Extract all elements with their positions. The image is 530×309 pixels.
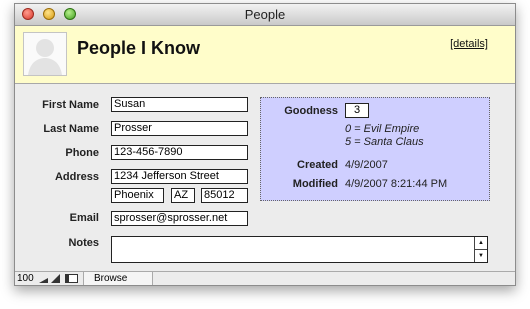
state-field[interactable]: AZ	[171, 188, 195, 203]
page-title: People I Know	[77, 38, 201, 58]
scroll-down-icon[interactable]: ▼	[475, 250, 487, 262]
window-title: People	[244, 7, 286, 22]
mode-popup[interactable]: Browse	[83, 272, 153, 285]
address-label: Address	[54, 171, 99, 183]
phone-label: Phone	[65, 147, 99, 159]
created-value: 4/9/2007	[345, 159, 388, 171]
status-bar: 100 Browse	[15, 271, 515, 285]
street-field[interactable]: 1234 Jefferson Street	[111, 169, 248, 184]
people-window: People People I Know [details] First Nam…	[14, 3, 516, 286]
goodness-field[interactable]: 3	[345, 103, 369, 118]
phone-field[interactable]: 123-456-7890	[111, 145, 248, 160]
last-name-label: Last Name	[43, 123, 99, 135]
first-name-label: First Name	[42, 99, 99, 111]
avatar[interactable]	[23, 32, 67, 76]
notes-label: Notes	[68, 237, 99, 249]
zoom-out-icon[interactable]	[39, 274, 48, 283]
details-link[interactable]: [details]	[450, 38, 488, 50]
zoom-in-icon[interactable]	[51, 274, 60, 283]
scroll-up-icon[interactable]: ▲	[475, 237, 487, 250]
email-label: Email	[69, 212, 99, 224]
first-name-field[interactable]: Susan	[111, 97, 248, 112]
zoom-level[interactable]: 100	[17, 272, 34, 285]
status-toggle-icon[interactable]	[65, 274, 78, 283]
city-field[interactable]: Phoenix	[111, 188, 164, 203]
person-silhouette-icon	[28, 39, 62, 75]
email-field[interactable]: sprosser@sprosser.net	[111, 211, 248, 226]
modified-label: Modified	[292, 178, 338, 190]
last-name-field[interactable]: Prosser	[111, 121, 248, 136]
goodness-legend-low: 0 = Evil Empire	[345, 123, 420, 135]
notes-text	[112, 241, 114, 253]
created-label: Created	[297, 159, 338, 171]
goodness-label: Goodness	[284, 105, 338, 117]
title-bar[interactable]: People	[15, 4, 515, 26]
goodness-panel: Goodness 3 0 = Evil Empire 5 = Santa Cla…	[260, 97, 490, 201]
layout-header: People I Know [details]	[15, 26, 515, 84]
modified-value: 4/9/2007 8:21:44 PM	[345, 178, 448, 190]
notes-scrollbar[interactable]: ▲ ▼	[474, 237, 487, 262]
zip-field[interactable]: 85012	[201, 188, 248, 203]
notes-field[interactable]: ▲ ▼	[111, 236, 488, 263]
goodness-legend-high: 5 = Santa Claus	[345, 136, 424, 148]
